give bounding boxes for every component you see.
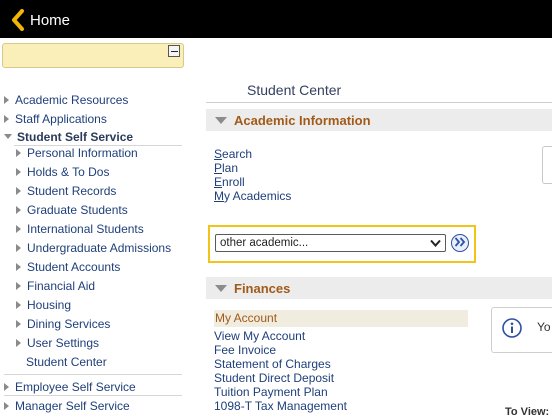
plan-link[interactable]: Plan	[214, 161, 238, 175]
link-text: nroll	[222, 175, 245, 189]
sidebar-item-label: Student Records	[27, 183, 117, 198]
student-direct-deposit-link[interactable]: Student Direct Deposit	[214, 371, 334, 385]
expand-arrow-icon	[16, 300, 21, 309]
sidebar-item-staff-applications[interactable]: Staff Applications	[4, 110, 107, 127]
sidebar-item-label: Housing	[27, 297, 72, 312]
info-message: Yo	[537, 320, 551, 334]
collapse-arrow-icon	[215, 284, 227, 292]
minus-icon	[170, 50, 178, 52]
sidebar-item-label: Dining Services	[27, 316, 111, 331]
sidebar-item-user-settings[interactable]: User Settings	[16, 334, 99, 351]
expand-arrow-icon	[16, 262, 21, 271]
collapse-arrow-icon	[215, 116, 227, 124]
sidebar-item-graduate-students[interactable]: Graduate Students	[16, 201, 128, 218]
sidebar-item-label: Personal Information	[27, 145, 138, 160]
expand-arrow-icon	[16, 224, 21, 233]
chevron-down-icon	[430, 238, 441, 251]
double-chevron-right-icon	[454, 234, 466, 252]
sidebar-item-employee-self-service[interactable]: Employee Self Service	[4, 378, 136, 395]
tuition-payment-plan-link[interactable]: Tuition Payment Plan	[214, 385, 328, 399]
access-key-letter: E	[214, 175, 223, 189]
sidebar-item-label: Financial Aid	[27, 278, 96, 293]
academic-information-header[interactable]: Academic Information	[206, 109, 552, 131]
expand-arrow-icon	[16, 338, 21, 347]
divider	[4, 374, 182, 375]
expand-arrow-icon	[16, 319, 21, 328]
divider	[4, 395, 182, 396]
sidebar-item-housing[interactable]: Housing	[16, 296, 71, 313]
expand-arrow-icon	[16, 167, 21, 176]
sidebar-item-label: Student Accounts	[27, 259, 121, 274]
view-my-account-link[interactable]: View My Account	[214, 329, 305, 343]
expand-arrow-icon	[16, 186, 21, 195]
sidebar-item-label: Employee Self Service	[15, 379, 136, 394]
sidebar-item-label: Graduate Students	[27, 202, 128, 217]
sidebar-item-label: Student Self Service	[17, 129, 134, 144]
top-bar: Home	[0, 0, 552, 38]
statement-of-charges-link[interactable]: Statement of Charges	[214, 357, 331, 371]
sidebar-item-label: Manager Self Service	[15, 398, 130, 413]
expand-arrow-icon	[16, 205, 21, 214]
page-title: Student Center	[247, 82, 342, 98]
sidebar-item-student-accounts[interactable]: Student Accounts	[16, 258, 120, 275]
sidebar-item-label: International Students	[27, 221, 144, 236]
sidebar-item-label: Academic Resources	[15, 92, 129, 107]
sidebar-item-student-records[interactable]: Student Records	[16, 182, 116, 199]
sidebar-item-personal-information[interactable]: Personal Information	[16, 144, 138, 161]
home-button[interactable]: Home	[10, 8, 70, 32]
menu-search-box	[2, 43, 184, 68]
chevron-left-icon	[10, 9, 26, 31]
sidebar-item-student-self-service[interactable]: Student Self Service	[4, 128, 133, 145]
sidebar-item-holds-to-dos[interactable]: Holds & To Dos	[16, 163, 109, 180]
collapse-menu-button[interactable]	[168, 45, 180, 57]
access-key-letter: P	[214, 161, 223, 175]
select-value: other academic...	[220, 237, 309, 249]
sidebar-item-label: Undergraduate Admissions	[27, 240, 172, 255]
side-panel-box	[542, 146, 552, 184]
divider	[206, 102, 552, 103]
to-view-label: To View:	[505, 406, 550, 418]
sidebar-item-dining-services[interactable]: Dining Services	[16, 315, 110, 332]
sidebar-item-academic-resources[interactable]: Academic Resources	[4, 91, 128, 108]
expand-arrow-icon	[16, 281, 21, 290]
sidebar-item-student-center[interactable]: Student Center	[26, 353, 107, 370]
sidebar-item-label: Staff Applications	[15, 111, 107, 126]
expand-arrow-icon	[4, 95, 9, 104]
expand-arrow-icon	[4, 382, 9, 391]
section-title: Finances	[234, 280, 291, 296]
tax-management-link[interactable]: 1098-T Tax Management	[214, 399, 347, 413]
section-title: Academic Information	[234, 112, 371, 128]
sidebar-item-label: Student Center	[26, 354, 107, 369]
go-button[interactable]	[451, 234, 469, 252]
other-academic-select[interactable]: other academic...	[215, 234, 446, 252]
sidebar-item-label: User Settings	[27, 335, 100, 350]
expand-arrow-icon	[16, 148, 21, 157]
link-text: y Academics	[224, 189, 292, 203]
access-key-letter: M	[214, 189, 224, 203]
home-label: Home	[30, 11, 71, 29]
link-text: earch	[222, 147, 253, 161]
my-academics-link[interactable]: My Academics	[214, 189, 291, 203]
search-link[interactable]: Search	[214, 147, 252, 161]
sidebar-item-financial-aid[interactable]: Financial Aid	[16, 277, 95, 294]
collapse-arrow-icon	[4, 134, 12, 139]
expand-arrow-icon	[4, 114, 9, 123]
my-account-label: My Account	[215, 311, 278, 325]
sidebar-item-manager-self-service[interactable]: Manager Self Service	[4, 397, 130, 414]
finances-header[interactable]: Finances	[206, 277, 552, 299]
access-key-letter: S	[214, 147, 223, 161]
sidebar-item-international-students[interactable]: International Students	[16, 220, 144, 237]
expand-arrow-icon	[16, 243, 21, 252]
sidebar-item-label: Holds & To Dos	[27, 164, 110, 179]
enroll-link[interactable]: Enroll	[214, 175, 245, 189]
info-icon	[502, 318, 522, 343]
sidebar-item-undergraduate-admissions[interactable]: Undergraduate Admissions	[16, 239, 171, 256]
fee-invoice-link[interactable]: Fee Invoice	[214, 343, 276, 357]
expand-arrow-icon	[4, 401, 9, 410]
link-text: lan	[222, 161, 239, 175]
